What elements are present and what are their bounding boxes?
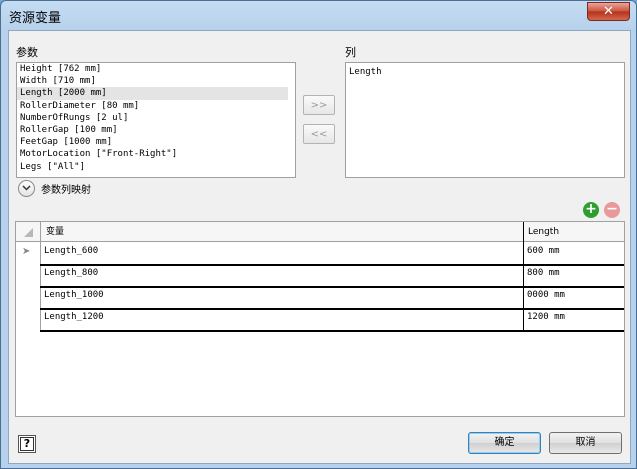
param-item[interactable]: MotorLocation ["Front-Right"] xyxy=(17,148,295,160)
select-all-corner-icon[interactable] xyxy=(24,228,33,237)
variables-grid: 变量 Length ➤ Length_600 600 mm Length_800… xyxy=(15,221,625,417)
mapping-toggle-label[interactable]: 参数列映射 xyxy=(41,181,91,196)
param-item-selected[interactable]: Length [2000 mm] xyxy=(17,87,288,100)
help-button[interactable]: ? xyxy=(18,435,36,453)
param-item[interactable]: FeetGap [1000 mm] xyxy=(17,136,295,148)
current-row-icon: ➤ xyxy=(22,246,31,257)
close-button[interactable]: ✕ xyxy=(587,2,630,21)
title-bar[interactable]: 资源变量 ✕ xyxy=(1,1,636,29)
param-item[interactable]: RollerDiameter [80 mm] xyxy=(17,100,295,112)
params-label: 参数 xyxy=(16,46,38,59)
cancel-button[interactable]: 取消 xyxy=(549,432,622,454)
add-row-icon[interactable]: + xyxy=(583,202,599,218)
param-item[interactable]: Height [762 mm] xyxy=(17,63,295,75)
params-listbox[interactable]: Height [762 mm] Width [710 mm] Length [2… xyxy=(16,62,296,178)
dialog-window: 资源变量 ✕ 参数 Height [762 mm] Width [710 mm]… xyxy=(0,0,637,469)
row-variable-cell[interactable]: Length_1000 xyxy=(41,288,523,302)
row-variable-cell[interactable]: Length_800 xyxy=(41,266,523,280)
help-icon: ? xyxy=(20,437,34,451)
add-column-button[interactable]: >> xyxy=(303,95,335,115)
row-variable-cell[interactable]: Length_1200 xyxy=(41,310,523,324)
row-length-cell[interactable]: 600 mm xyxy=(524,244,623,258)
chevron-down-icon xyxy=(22,185,31,191)
header-variable[interactable]: 变量 xyxy=(46,222,64,242)
row-variable-cell[interactable]: Length_600 xyxy=(41,244,523,258)
remove-column-button[interactable]: << xyxy=(303,124,335,144)
row-length-cell[interactable]: 0000 mm xyxy=(524,288,623,302)
columns-label: 列 xyxy=(345,46,356,59)
row-divider xyxy=(40,330,624,332)
param-item[interactable]: Legs ["All"] xyxy=(17,161,295,173)
row-length-cell[interactable]: 800 mm xyxy=(524,266,623,280)
window-title: 资源变量 xyxy=(9,11,62,26)
dialog-body: 参数 Height [762 mm] Width [710 mm] Length… xyxy=(8,30,631,464)
ok-button[interactable]: 确定 xyxy=(468,432,541,454)
column-item[interactable]: Length xyxy=(346,66,624,78)
columns-listbox[interactable]: Length xyxy=(345,62,625,178)
expand-toggle[interactable] xyxy=(18,180,35,197)
param-item[interactable]: RollerGap [100 mm] xyxy=(17,124,295,136)
header-length[interactable]: Length xyxy=(528,222,559,242)
row-length-cell[interactable]: 1200 mm xyxy=(524,310,623,324)
param-item[interactable]: Width [710 mm] xyxy=(17,75,295,87)
grid-header: 变量 Length xyxy=(16,222,624,242)
param-item[interactable]: NumberOfRungs [2 ul] xyxy=(17,112,295,124)
remove-row-icon[interactable]: − xyxy=(604,202,620,218)
